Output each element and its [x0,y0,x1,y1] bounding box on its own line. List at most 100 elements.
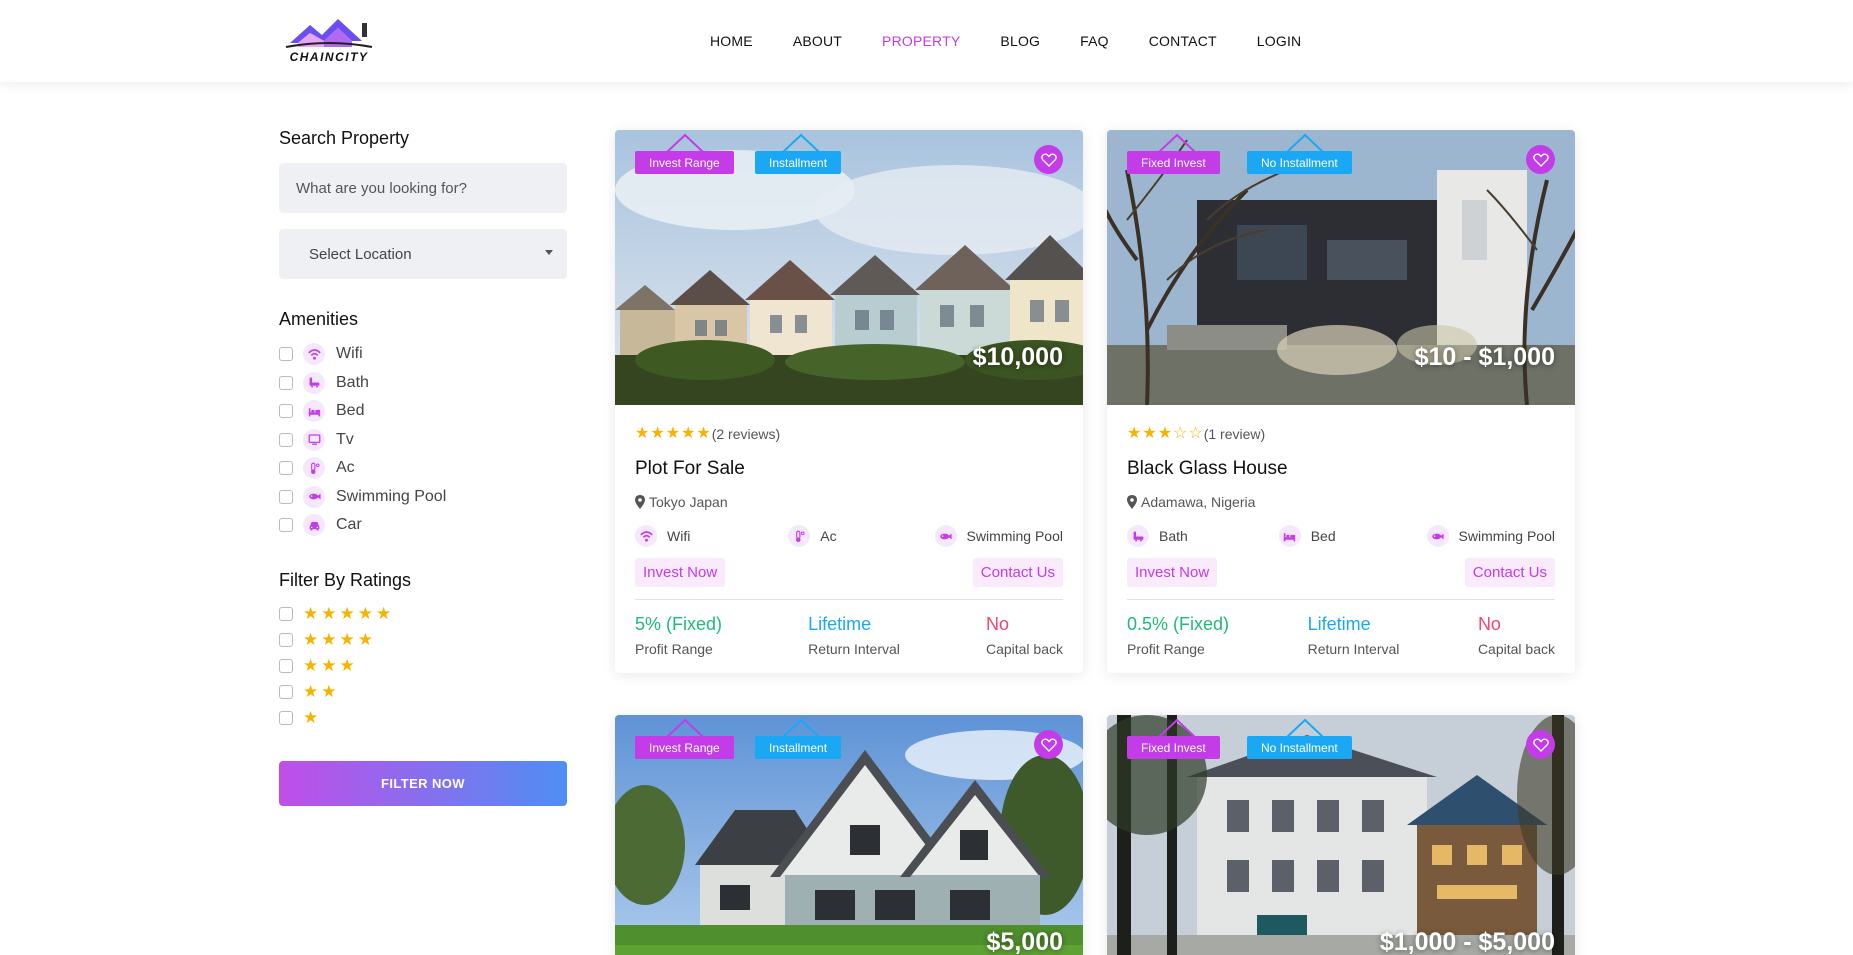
fish-icon [303,485,325,508]
rating-checkbox[interactable] [279,658,293,673]
rating-filter-item: ★ ★ ★ [279,653,567,679]
car-icon [303,514,325,537]
nav-about[interactable]: ABOUT [793,33,842,49]
star-icon: ★ [339,630,355,649]
property-card[interactable]: Invest Range Installment $10,000 ★ ★ ★ ★ ★ (… [615,130,1083,673]
property-title[interactable]: Black Glass House [1127,458,1555,480]
amenity-item: Car [279,511,567,540]
favorite-heart-icon[interactable] [1034,145,1063,174]
favorite-heart-icon[interactable] [1034,730,1063,759]
favorite-heart-icon[interactable] [1526,145,1555,174]
star-icon: ★ [303,656,319,675]
rating-checkbox[interactable] [279,684,293,699]
property-image[interactable]: Fixed Invest No Installment $1,000 - $5,… [1107,715,1575,955]
rating-checkbox[interactable] [279,710,293,725]
search-input[interactable]: What are you looking for? [279,163,567,213]
property-title[interactable]: Plot For Sale [635,458,1063,480]
rating-row: ★ ★ ★ ☆ ☆ (1 review) [1127,425,1555,443]
map-marker-icon [635,495,645,509]
amenities-list: Wifi Bath Bed Tv Ac Swimming Pool Car [279,340,567,540]
amenity-checkbox[interactable] [279,375,293,390]
favorite-heart-icon[interactable] [1526,730,1555,759]
amenity-label: Tv [336,430,354,448]
amenity-label: Ac [336,459,355,477]
rating-row: ★ ★ ★ ★ ★ (2 reviews) [635,425,1063,443]
card-amenity: Ac [788,525,837,547]
caret-down-icon [545,250,553,255]
invest-type-tag: Fixed Invest [1127,736,1220,759]
divider [635,599,1063,600]
location-text: Tokyo Japan [649,494,728,510]
star-outline-icon: ☆ [1188,425,1203,442]
property-image[interactable]: Invest Range Installment $10,000 [615,130,1083,405]
property-card[interactable]: Fixed Invest No Installment $10 - $1,000… [1107,130,1575,673]
property-image[interactable]: Invest Range Installment $5,000 [615,715,1083,955]
amenity-label: Bath [336,373,369,391]
bed-icon [1278,525,1301,547]
invest-now-button[interactable]: Invest Now [1127,558,1218,587]
ratings-list: ★ ★ ★ ★ ★ ★ ★ ★ ★ ★ ★ ★ ★ ★ ★ [279,601,567,731]
star-icon: ★ [303,604,319,623]
nav-home[interactable]: HOME [710,33,753,49]
review-count: (2 reviews) [711,426,781,442]
filter-sidebar: Search Property What are you looking for… [279,128,567,806]
amenity-checkbox[interactable] [279,461,293,476]
nav-login[interactable]: LOGIN [1257,33,1302,49]
card-amenity: Bath [1127,525,1188,547]
nav-faq[interactable]: FAQ [1080,33,1109,49]
search-property-title: Search Property [279,128,410,148]
chaincity-logo[interactable]: CHAINCITY [280,13,378,67]
card-amenity: Bed [1278,525,1336,547]
invest-type-tag: Invest Range [635,151,734,174]
profit-label: Profit Range [1127,641,1205,657]
star-icon: ★ [696,425,711,442]
amenities-title: Amenities [279,309,359,329]
thermometer-icon [303,457,325,480]
star-icon: ★ [303,682,319,701]
capital-label: Capital back [1477,641,1555,657]
property-card[interactable]: Invest Range Installment $5,000 [615,715,1083,955]
installment-tag: No Installment [1247,151,1352,174]
amenity-label: Bed [336,402,365,420]
location-text: Adamawa, Nigeria [1141,494,1256,510]
property-price: $10 - $1,000 [1414,343,1555,371]
location-select[interactable]: Select Location [279,229,567,279]
svg-text:CHAINCITY: CHAINCITY [290,50,369,64]
star-icon: ★ [1127,425,1142,442]
nav-property[interactable]: PROPERTY [882,33,960,49]
main-nav: HOME ABOUT PROPERTY BLOG FAQ CONTACT LOG… [710,0,1341,82]
contact-us-button[interactable]: Contact Us [1464,558,1555,587]
property-image[interactable]: Fixed Invest No Installment $10 - $1,000 [1107,130,1575,405]
amenity-label: Wifi [336,345,363,363]
tv-icon [303,428,325,451]
amenity-checkbox[interactable] [279,404,293,419]
card-amenities: Bath Bed Swimming Pool [1127,525,1555,547]
amenity-checkbox[interactable] [279,347,293,362]
star-icon: ★ [1157,425,1173,442]
wifi-icon [303,343,325,366]
contact-us-button[interactable]: Contact Us [972,558,1063,587]
rating-checkbox[interactable] [279,632,293,647]
star-icon: ★ [303,630,319,649]
property-card[interactable]: Fixed Invest No Installment $1,000 - $5,… [1107,715,1575,955]
amenity-label: Swimming Pool [336,487,447,505]
amenity-checkbox[interactable] [279,489,293,504]
bath-icon [1127,525,1149,547]
wifi-icon [635,525,657,547]
star-icon: ★ [321,682,337,701]
installment-tag: Installment [755,151,842,174]
rating-checkbox[interactable] [279,606,293,621]
investment-stats: 5% (Fixed) Profit Range Lifetime Return In… [635,614,1063,657]
rating-filter-item: ★ ★ ★ ★ [279,627,567,653]
star-icon: ★ [321,604,337,623]
star-icon: ★ [321,656,337,675]
amenity-checkbox[interactable] [279,518,293,533]
review-count: (1 review) [1203,426,1266,442]
amenity-checkbox[interactable] [279,432,293,447]
filter-now-button[interactable]: FILTER NOW [279,760,567,806]
nav-blog[interactable]: BLOG [1000,33,1040,49]
property-price: $5,000 [986,928,1063,955]
invest-type-tag: Fixed Invest [1127,151,1220,174]
nav-contact[interactable]: CONTACT [1149,33,1217,49]
invest-now-button[interactable]: Invest Now [635,558,726,587]
